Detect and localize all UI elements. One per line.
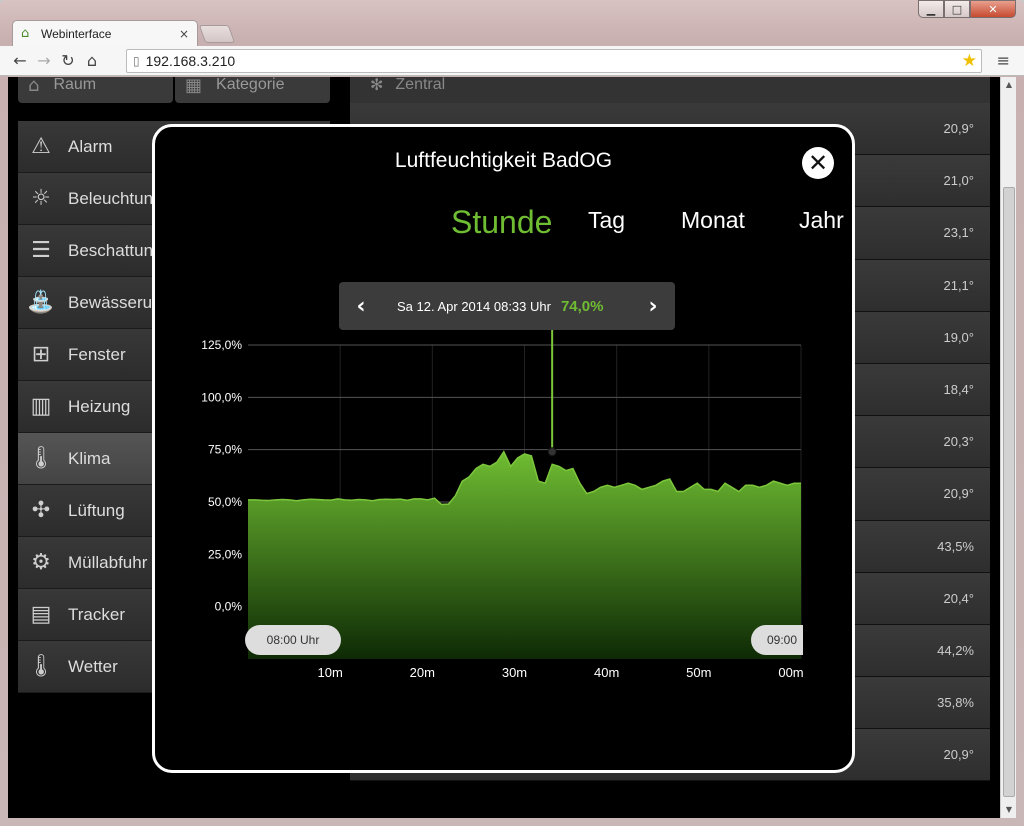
sensor-list-header: ✻ Zentral	[350, 77, 990, 103]
scroll-thumb[interactable]	[1003, 187, 1015, 797]
range-start-handle[interactable]: 08:00 Uhr	[245, 625, 341, 655]
x-tick-label: 10m	[318, 665, 343, 680]
nav-kategorie[interactable]: ▦ Kategorie	[175, 77, 330, 103]
sidebar-item-label: Lüftung	[68, 500, 125, 520]
sensor-value: 20,9°	[943, 486, 974, 502]
window-icon: ⊞	[31, 342, 51, 367]
shutter-icon: ☰	[31, 238, 51, 263]
sidebar-item-label: Alarm	[68, 136, 113, 156]
tab-title: Webinterface	[41, 26, 112, 41]
scroll-up-icon[interactable]: ▲	[1004, 80, 1014, 90]
sensor-value: 21,1°	[943, 277, 974, 293]
thermometer-icon: 🌡	[27, 654, 55, 679]
prev-arrow-icon[interactable]: ‹	[339, 294, 383, 319]
sensor-value: 23,1°	[943, 225, 974, 241]
sensor-value: 44,2%	[937, 642, 974, 658]
y-tick-label: 75,0%	[208, 443, 242, 457]
house-favicon-icon: ⌂	[21, 25, 30, 41]
reload-icon[interactable]: ↻	[56, 49, 80, 73]
browser-window: ▁ □ ✕ ⌂ Webinterface × ← → ↻ ⌂ ▯ 192.168…	[0, 0, 1024, 826]
siren-icon: ⚠	[31, 134, 51, 159]
nav-raum[interactable]: ⌂ Raum	[18, 77, 173, 103]
sensor-value: 20,9°	[943, 121, 974, 137]
x-tick-label: 40m	[594, 665, 619, 680]
sensor-list-title: Zentral	[395, 77, 446, 93]
nav-raum-label: Raum	[53, 77, 97, 93]
forward-icon[interactable]: →	[32, 49, 56, 73]
tooltip-date: Sa 12. Apr 2014 08:33 Uhr	[397, 298, 551, 314]
range-end-handle[interactable]: 09:00	[751, 625, 803, 655]
page-scrollbar[interactable]: ▲ ▼	[1000, 77, 1016, 818]
sidebar-item-label: Bewässeru	[68, 292, 153, 312]
next-arrow-icon[interactable]: ›	[631, 294, 675, 319]
address-bar[interactable]: ▯ 192.168.3.210 ★	[126, 49, 982, 73]
sensor-value: 20,3°	[943, 434, 974, 450]
sidebar-item-label: Wetter	[68, 656, 118, 676]
x-tick-label: 30m	[502, 665, 527, 680]
y-tick-label: 25,0%	[208, 547, 242, 561]
x-tick-label: 00m	[778, 665, 803, 680]
house-icon: ⌂	[28, 77, 40, 96]
fan-icon: ✣	[31, 498, 51, 523]
sensor-value: 35,8%	[937, 695, 974, 711]
menu-icon[interactable]: ≡	[997, 51, 1010, 70]
highlight-point	[547, 447, 557, 457]
back-icon[interactable]: ←	[8, 49, 32, 73]
radiator-icon: ▥	[30, 394, 52, 419]
sensor-value: 20,4°	[943, 590, 974, 606]
browser-tab[interactable]: ⌂ Webinterface ×	[12, 20, 198, 46]
chart-dialog: Luftfeuchtigkeit BadOG ✕ Stunde Tag Mona…	[152, 124, 855, 773]
sidebar-item-label: Beschattun	[68, 240, 154, 260]
page-viewport: ⌂ Raum ▦ Kategorie ⚠ Alarm ☼ Beleuchtun ☰ B…	[8, 77, 1000, 818]
tracker-icon: ▤	[30, 602, 52, 627]
bookmark-star-icon[interactable]: ★	[962, 51, 977, 71]
sensor-value: 20,9°	[943, 747, 974, 763]
home-icon[interactable]: ⌂	[80, 49, 104, 73]
y-tick-label: 0,0%	[215, 600, 243, 614]
x-tick-label: 50m	[686, 665, 711, 680]
window-controls: ▁ □ ✕	[918, 0, 1016, 18]
snowflake-icon: ✻	[370, 77, 384, 94]
sidebar-item-label: Fenster	[68, 344, 126, 364]
chart-tooltip: ‹ Sa 12. Apr 2014 08:33 Uhr 74,0% ›	[339, 282, 675, 330]
sidebar-item-label: Tracker	[68, 604, 125, 624]
x-tick-label: 20m	[410, 665, 435, 680]
y-tick-label: 125,0%	[201, 338, 242, 352]
window-bottom-edge	[0, 818, 1024, 826]
page-icon: ▯	[133, 54, 140, 68]
url-text: 192.168.3.210	[145, 53, 236, 69]
thermometer-icon: 🌡	[27, 446, 55, 471]
maximize-button[interactable]: □	[944, 0, 970, 18]
sun-icon: ☼	[31, 186, 51, 211]
sensor-value: 19,0°	[943, 329, 974, 345]
sensor-value: 21,0°	[943, 173, 974, 189]
nav-kategorie-label: Kategorie	[216, 77, 285, 93]
sidebar-item-label: Heizung	[68, 396, 131, 416]
sensor-value: 43,5%	[937, 538, 974, 554]
scroll-down-icon[interactable]: ▼	[1004, 805, 1014, 815]
browser-toolbar: ← → ↻ ⌂ ▯ 192.168.3.210 ★ ≡	[0, 46, 1024, 76]
minimize-button[interactable]: ▁	[918, 0, 944, 18]
sidebar-item-label: Beleuchtun	[68, 188, 154, 208]
y-tick-label: 50,0%	[208, 495, 242, 509]
tooltip-value: 74,0%	[560, 297, 604, 315]
tab-close-icon[interactable]: ×	[179, 27, 189, 41]
new-tab-button[interactable]	[198, 25, 236, 43]
gear-icon: ⚙	[31, 550, 51, 575]
watering-can-icon: ⛲	[27, 290, 55, 315]
sidebar-item-label: Klima	[68, 448, 111, 468]
close-window-button[interactable]: ✕	[970, 0, 1016, 18]
sensor-value: 18,4°	[943, 382, 974, 398]
grid-icon: ▦	[185, 77, 203, 96]
y-tick-label: 100,0%	[201, 390, 242, 404]
top-nav: ⌂ Raum ▦ Kategorie	[18, 77, 330, 103]
sidebar-item-label: Müllabfuhr	[68, 552, 148, 572]
humidity-chart[interactable]: 125,0% 100,0% 75,0% 50,0% 25,0% 0,0% 10m 20m 30m…	[155, 127, 858, 776]
